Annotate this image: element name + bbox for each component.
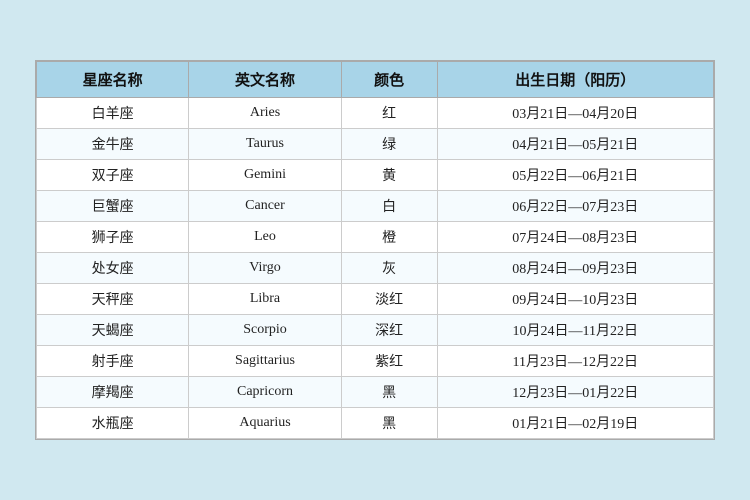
cell-chinese-name: 巨蟹座 (37, 191, 189, 222)
cell-dates: 09月24日—10月23日 (437, 284, 713, 315)
cell-chinese-name: 处女座 (37, 253, 189, 284)
cell-color: 淡红 (341, 284, 437, 315)
cell-english-name: Capricorn (189, 377, 341, 408)
cell-english-name: Aries (189, 98, 341, 129)
zodiac-table-container: 星座名称 英文名称 颜色 出生日期（阳历） 白羊座Aries红03月21日—04… (35, 60, 715, 440)
zodiac-table: 星座名称 英文名称 颜色 出生日期（阳历） 白羊座Aries红03月21日—04… (36, 61, 714, 439)
cell-dates: 05月22日—06月21日 (437, 160, 713, 191)
table-row: 巨蟹座Cancer白06月22日—07月23日 (37, 191, 714, 222)
cell-color: 黄 (341, 160, 437, 191)
cell-english-name: Cancer (189, 191, 341, 222)
table-header-row: 星座名称 英文名称 颜色 出生日期（阳历） (37, 62, 714, 98)
table-row: 双子座Gemini黄05月22日—06月21日 (37, 160, 714, 191)
cell-color: 深红 (341, 315, 437, 346)
cell-dates: 03月21日—04月20日 (437, 98, 713, 129)
cell-english-name: Taurus (189, 129, 341, 160)
table-row: 天蝎座Scorpio深红10月24日—11月22日 (37, 315, 714, 346)
header-english-name: 英文名称 (189, 62, 341, 98)
cell-dates: 11月23日—12月22日 (437, 346, 713, 377)
cell-chinese-name: 水瓶座 (37, 408, 189, 439)
cell-color: 紫红 (341, 346, 437, 377)
cell-dates: 10月24日—11月22日 (437, 315, 713, 346)
cell-dates: 08月24日—09月23日 (437, 253, 713, 284)
cell-color: 黑 (341, 377, 437, 408)
cell-chinese-name: 射手座 (37, 346, 189, 377)
table-body: 白羊座Aries红03月21日—04月20日金牛座Taurus绿04月21日—0… (37, 98, 714, 439)
cell-color: 红 (341, 98, 437, 129)
cell-dates: 01月21日—02月19日 (437, 408, 713, 439)
cell-dates: 07月24日—08月23日 (437, 222, 713, 253)
cell-english-name: Virgo (189, 253, 341, 284)
cell-english-name: Leo (189, 222, 341, 253)
header-dates: 出生日期（阳历） (437, 62, 713, 98)
cell-chinese-name: 双子座 (37, 160, 189, 191)
table-row: 射手座Sagittarius紫红11月23日—12月22日 (37, 346, 714, 377)
cell-color: 绿 (341, 129, 437, 160)
cell-chinese-name: 狮子座 (37, 222, 189, 253)
table-row: 水瓶座Aquarius黑01月21日—02月19日 (37, 408, 714, 439)
cell-dates: 06月22日—07月23日 (437, 191, 713, 222)
cell-chinese-name: 金牛座 (37, 129, 189, 160)
table-row: 金牛座Taurus绿04月21日—05月21日 (37, 129, 714, 160)
header-chinese-name: 星座名称 (37, 62, 189, 98)
cell-color: 灰 (341, 253, 437, 284)
cell-chinese-name: 天蝎座 (37, 315, 189, 346)
cell-english-name: Gemini (189, 160, 341, 191)
cell-color: 黑 (341, 408, 437, 439)
cell-chinese-name: 白羊座 (37, 98, 189, 129)
cell-english-name: Aquarius (189, 408, 341, 439)
cell-chinese-name: 摩羯座 (37, 377, 189, 408)
table-row: 摩羯座Capricorn黑12月23日—01月22日 (37, 377, 714, 408)
cell-dates: 12月23日—01月22日 (437, 377, 713, 408)
table-row: 白羊座Aries红03月21日—04月20日 (37, 98, 714, 129)
cell-english-name: Libra (189, 284, 341, 315)
table-row: 狮子座Leo橙07月24日—08月23日 (37, 222, 714, 253)
cell-dates: 04月21日—05月21日 (437, 129, 713, 160)
cell-chinese-name: 天秤座 (37, 284, 189, 315)
cell-color: 白 (341, 191, 437, 222)
cell-english-name: Sagittarius (189, 346, 341, 377)
cell-english-name: Scorpio (189, 315, 341, 346)
table-row: 天秤座Libra淡红09月24日—10月23日 (37, 284, 714, 315)
cell-color: 橙 (341, 222, 437, 253)
table-row: 处女座Virgo灰08月24日—09月23日 (37, 253, 714, 284)
header-color: 颜色 (341, 62, 437, 98)
